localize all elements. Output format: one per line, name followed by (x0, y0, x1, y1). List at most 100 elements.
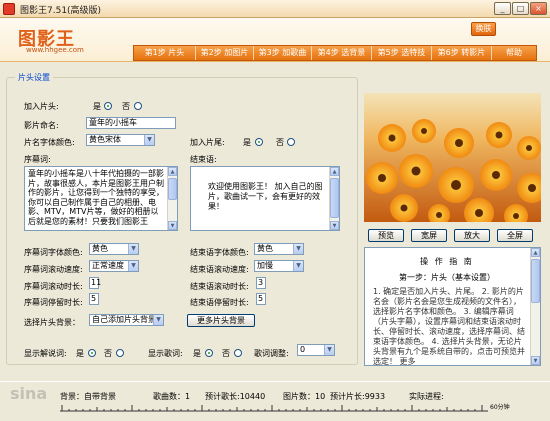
nav-step-1[interactable]: 第1步 片头 (134, 46, 196, 60)
status-song-length-value: 10440 (239, 392, 266, 401)
closing-scroll-time-label: 结束语滚动时长: (190, 282, 249, 291)
chevron-down-icon: ▼ (144, 135, 154, 145)
chevron-down-icon: ▼ (128, 244, 138, 254)
status-bg: 背景：自带背景 (60, 391, 116, 402)
intro-bg-label: 选择片头背景： (24, 318, 80, 327)
maximize-button[interactable]: □ (512, 2, 529, 15)
intro-bg-value: 自己添加片头背景 (92, 315, 156, 324)
title-font-color-select[interactable]: 黄色宋体 ▼ (86, 134, 155, 146)
more-intro-bg-button[interactable]: 更多片头背景 (187, 314, 255, 327)
closing-scrollbar[interactable]: ▲ ▼ (329, 167, 339, 230)
nav-step-4[interactable]: 第4步 选背景 (312, 46, 372, 60)
title-font-color-label: 片名字体颜色: (24, 138, 75, 147)
chevron-down-icon: ▼ (293, 244, 303, 254)
show-narration-no-radio[interactable] (116, 349, 124, 357)
chevron-down-icon: ▼ (324, 345, 334, 355)
prologue-scroll-time-input[interactable]: 11 (89, 277, 101, 289)
closing-scroll-speed-select[interactable]: 加慢 ▼ (254, 260, 304, 272)
fullscreen-button[interactable]: 全屏 (497, 229, 533, 242)
guide-title: 操 作 指 南 (420, 257, 474, 266)
zoom-button[interactable]: 放大 (454, 229, 490, 242)
status-pics-value: 10 (315, 392, 326, 401)
status-progress-label: 实际进程: (409, 392, 444, 401)
prologue-scroll-time-label: 序幕词滚动时长: (24, 282, 83, 291)
intro-bg-select[interactable]: 自己添加片头背景 ▼ (89, 314, 164, 326)
close-button[interactable]: × (530, 2, 547, 15)
status-songs-label: 歌曲数： (153, 392, 185, 401)
status-song-length: 预计歌长:10440 (205, 391, 265, 402)
prologue-stay-time-input[interactable]: 5 (89, 293, 99, 305)
show-song-lyrics-no-radio[interactable] (234, 349, 242, 357)
status-bg-label: 背景： (60, 392, 84, 401)
scroll-up-icon[interactable]: ▲ (531, 248, 540, 257)
guide-scrollbar[interactable]: ▲ ▼ (530, 248, 540, 365)
guide-step: 第一步：片头（基本设置） (399, 273, 495, 282)
scroll-thumb[interactable] (531, 259, 540, 303)
operation-guide: 操 作 指 南 第一步：片头（基本设置） 1. 确定是否加入片头、片尾。 2. … (364, 247, 541, 366)
logo-url: www.hhgee.com (26, 46, 84, 54)
scroll-thumb[interactable] (330, 178, 339, 218)
closing-font-color-select[interactable]: 黄色 ▼ (254, 243, 304, 255)
scroll-down-icon[interactable]: ▼ (531, 356, 540, 365)
status-songs: 歌曲数：1 (153, 391, 190, 402)
scroll-down-icon[interactable]: ▼ (168, 221, 177, 230)
prologue-font-color-value: 黄色 (92, 244, 108, 253)
scroll-up-icon[interactable]: ▲ (168, 167, 177, 176)
app-header: 图影王 www.hhgee.com 换肤 第1步 片头 第2步 加图片 第3步 … (0, 18, 550, 62)
preview-button[interactable]: 预览 (368, 229, 404, 242)
movie-name-input[interactable]: 童年的小摇车 (86, 117, 176, 129)
closing-textarea[interactable]: 欢迎使用图影王！ 加入自己的图片，歌曲试一下，会有更好的效果！ ▲ ▼ (190, 166, 340, 231)
movie-name-label: 影片命名: (24, 121, 59, 130)
intro-settings-legend: 片头设置 (15, 72, 53, 83)
skin-switch-button[interactable]: 换肤 (471, 22, 496, 36)
closing-label: 结束语: (190, 155, 217, 164)
app-icon (3, 3, 15, 15)
show-narration-yes-radio[interactable] (88, 349, 96, 357)
scroll-down-icon[interactable]: ▼ (330, 221, 339, 230)
closing-scroll-speed-value: 加慢 (257, 261, 273, 270)
scroll-up-icon[interactable]: ▲ (330, 167, 339, 176)
prologue-scroll-speed-select[interactable]: 正常速度 ▼ (89, 260, 139, 272)
nav-step-5[interactable]: 第5步 选特技 (372, 46, 432, 60)
show-song-lyrics-yes-radio[interactable] (205, 349, 213, 357)
closing-scroll-speed-label: 结束语滚动速度: (190, 265, 249, 274)
prologue-textarea[interactable]: 童年的小摇车是八十年代拍摄的一部影片，故事很感人，本片是图影王用户制作的影片，让… (24, 166, 178, 231)
add-intro-yes-radio[interactable] (104, 102, 112, 110)
preview-image (364, 93, 541, 222)
add-intro-no-radio[interactable] (134, 102, 142, 110)
show-song-lyrics-yes-label: 是 (193, 349, 201, 358)
lyrics-adjust-value: 0 (300, 345, 306, 354)
chevron-down-icon: ▼ (293, 261, 303, 271)
prologue-scrollbar[interactable]: ▲ ▼ (167, 167, 177, 230)
nav-step-2[interactable]: 第2步 加图片 (196, 46, 254, 60)
prologue-label: 序幕词: (24, 155, 51, 164)
add-intro-label: 加入片头: (24, 102, 59, 111)
widescreen-button[interactable]: 宽屏 (411, 229, 447, 242)
show-narration-yes-label: 是 (76, 349, 84, 358)
prologue-font-color-select[interactable]: 黄色 ▼ (89, 243, 139, 255)
closing-font-color-value: 黄色 (257, 244, 273, 253)
minimize-button[interactable]: _ (494, 2, 511, 15)
closing-stay-time-label: 结束语停留时长: (190, 298, 249, 307)
nav-step-6[interactable]: 第6步 转影片 (432, 46, 492, 60)
prologue-scroll-speed-value: 正常速度 (92, 261, 124, 270)
status-songs-value: 1 (185, 392, 191, 401)
add-outro-no-radio[interactable] (287, 138, 295, 146)
add-outro-yes-radio[interactable] (255, 138, 263, 146)
window-title: 图影王7.51(高级版) (20, 6, 102, 16)
nav-help[interactable]: 帮助 (492, 46, 536, 60)
watermark-logo: sina (10, 384, 48, 403)
scroll-thumb[interactable] (168, 178, 177, 200)
status-song-length-label: 预计歌长: (205, 392, 240, 401)
lyrics-adjust-select[interactable]: 0 ▼ (297, 344, 335, 356)
nav-step-3[interactable]: 第3步 加歌曲 (254, 46, 312, 60)
status-movie-length-value: 9933 (364, 392, 386, 401)
add-outro-yes-label: 是 (243, 138, 251, 147)
show-narration-label: 显示解说词: (24, 349, 67, 358)
title-bar: 图影王7.51(高级版) _ □ × (0, 0, 550, 18)
add-intro-no-label: 否 (122, 102, 130, 111)
closing-stay-time-input[interactable]: 5 (256, 293, 266, 305)
closing-scroll-time-input[interactable]: 3 (256, 277, 266, 289)
add-outro-label: 加入片尾: (190, 138, 225, 147)
add-intro-yes-label: 是 (93, 102, 101, 111)
